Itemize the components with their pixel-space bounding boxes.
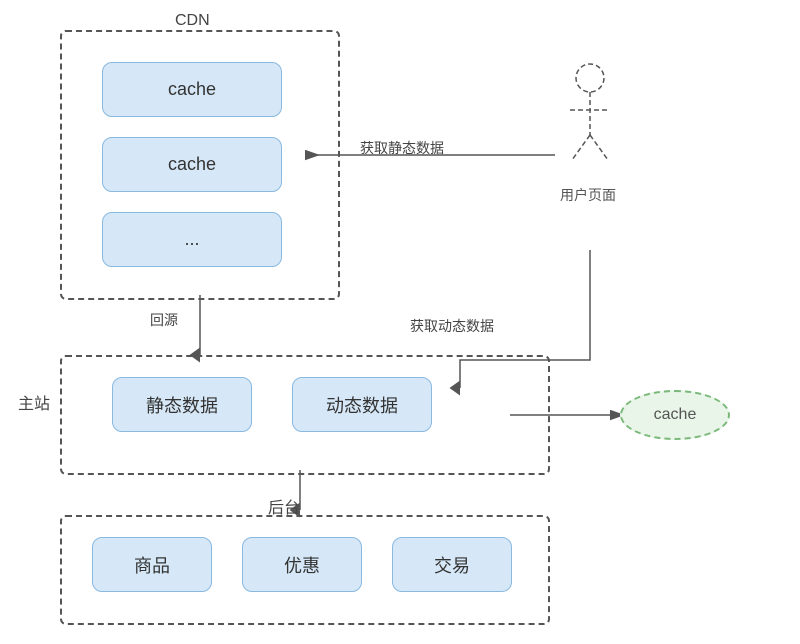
backend-box: 商品 优惠 交易: [60, 515, 550, 625]
discount-box: 优惠: [242, 537, 362, 592]
main-site-label: 主站: [18, 390, 50, 414]
cache-ellipse: cache: [620, 390, 730, 440]
get-dynamic-label: 获取动态数据: [410, 316, 494, 336]
cdn-label: CDN: [175, 12, 210, 30]
cache-box-3: ...: [102, 212, 282, 267]
trade-box: 交易: [392, 537, 512, 592]
cache-box-1: cache: [102, 62, 282, 117]
user-page-label: 用户页面: [560, 185, 616, 205]
diagram: CDN cache cache ... 主站 静态数据 动态数据 cache 后…: [0, 0, 800, 644]
cache-box-2: cache: [102, 137, 282, 192]
static-data-box: 静态数据: [112, 377, 252, 432]
user-figure: [560, 60, 620, 185]
dynamic-data-box: 动态数据: [292, 377, 432, 432]
main-site-box: 静态数据 动态数据: [60, 355, 550, 475]
goods-box: 商品: [92, 537, 212, 592]
back-origin-label: 回源: [150, 310, 178, 330]
cdn-box: cache cache ...: [60, 30, 340, 300]
get-static-label: 获取静态数据: [360, 138, 444, 158]
